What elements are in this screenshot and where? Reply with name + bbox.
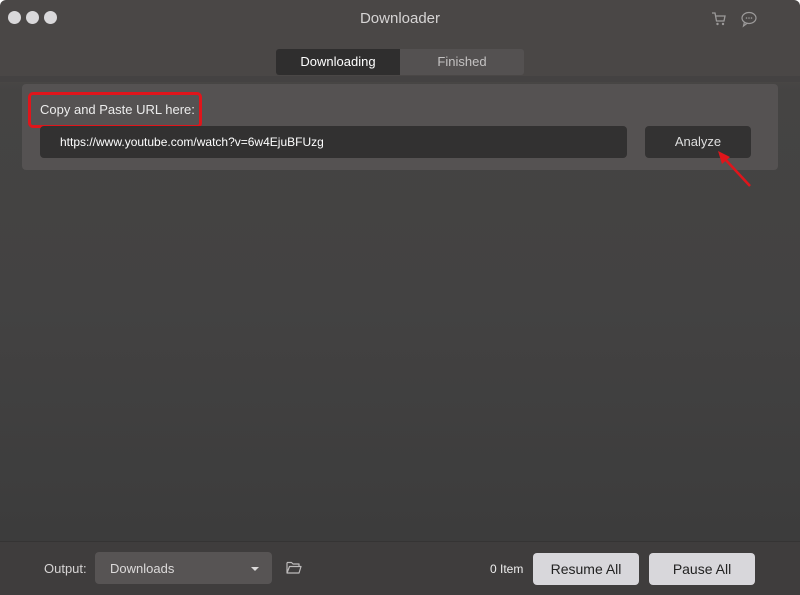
footer-divider — [0, 541, 800, 542]
item-count: 0 Item — [490, 562, 524, 576]
url-panel: Copy and Paste URL here: Analyze — [22, 84, 778, 170]
tab-divider — [0, 76, 800, 82]
pause-all-button[interactable]: Pause All — [649, 553, 755, 585]
footer-bar: Output: Downloads 0 Item Resume All Paus… — [0, 541, 800, 595]
resume-all-button[interactable]: Resume All — [533, 553, 639, 585]
url-input[interactable] — [40, 126, 627, 158]
chat-icon[interactable] — [740, 10, 758, 28]
tab-bar: Downloading Finished — [276, 49, 524, 75]
output-folder-select[interactable]: Downloads — [95, 552, 272, 584]
title-bar: Downloader — [0, 0, 800, 38]
url-label: Copy and Paste URL here: — [40, 102, 195, 117]
output-selected-value: Downloads — [110, 561, 175, 576]
tab-downloading[interactable]: Downloading — [276, 49, 400, 75]
downloader-window: Downloader Downloading Finished Copy and… — [0, 0, 800, 595]
annotation-arrow-icon — [718, 151, 751, 187]
output-label: Output: — [44, 561, 87, 576]
window-title: Downloader — [359, 10, 441, 27]
tab-finished[interactable]: Finished — [400, 49, 524, 75]
cart-icon[interactable] — [710, 10, 728, 28]
folder-icon[interactable] — [286, 560, 302, 575]
chevron-down-icon — [251, 567, 259, 571]
